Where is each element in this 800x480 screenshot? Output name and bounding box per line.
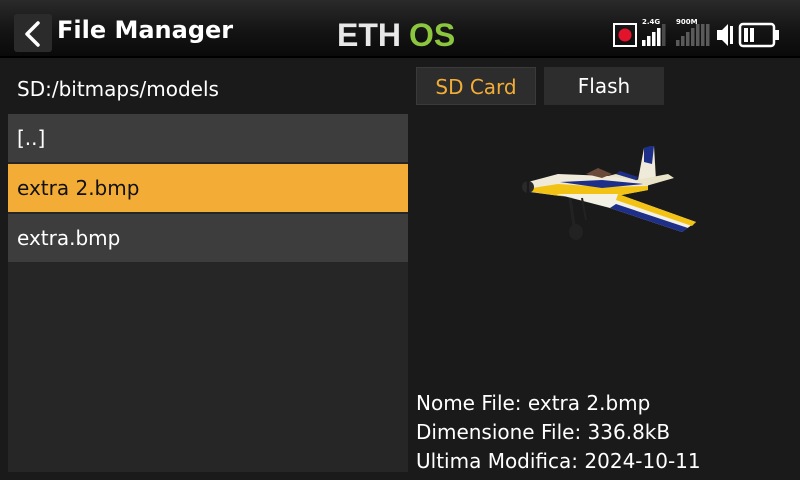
- tab-sd-card[interactable]: SD Card: [416, 67, 536, 105]
- signal-label-900m: 900M: [676, 18, 698, 26]
- file-name-value: extra 2.bmp: [527, 391, 651, 415]
- signal-label-2-4g: 2.4G: [642, 18, 660, 26]
- file-details: Nome File: extra 2.bmp Dimensione File: …: [416, 389, 701, 476]
- current-path: SD:/bitmaps/models: [8, 66, 408, 112]
- back-button[interactable]: [14, 14, 52, 52]
- logo-text-right: OS: [409, 18, 455, 50]
- page-title: File Manager: [57, 16, 234, 44]
- file-modified-value: 2024-10-11: [584, 449, 701, 473]
- signal-900m-icon: 900M: [676, 18, 710, 46]
- bitmap-preview-airplane-image: [522, 146, 696, 240]
- ethos-logo: ETH OS: [337, 18, 455, 50]
- signal-2-4g-icon: 2.4G: [642, 18, 666, 46]
- file-row-selected[interactable]: extra 2.bmp: [8, 164, 408, 212]
- tab-flash[interactable]: Flash: [544, 67, 664, 105]
- file-row[interactable]: extra.bmp: [8, 214, 408, 262]
- file-size-label: Dimensione File:: [416, 420, 582, 444]
- chevron-left-icon: [25, 21, 40, 47]
- battery-icon: [738, 22, 779, 48]
- file-name-line: Nome File: extra 2.bmp: [416, 389, 701, 418]
- speaker-icon: [717, 24, 733, 46]
- file-size-value: 336.8kB: [587, 420, 671, 444]
- file-size-line: Dimensione File: 336.8kB: [416, 418, 701, 447]
- file-modified-label: Ultima Modifica:: [416, 449, 579, 473]
- header-bar: File Manager ETH OS 2.4G 900M: [0, 0, 800, 58]
- file-name-label: Nome File:: [416, 391, 522, 415]
- logo-text-left: ETH: [337, 18, 401, 50]
- status-icons: 2.4G 900M: [613, 18, 779, 48]
- record-icon: [613, 23, 637, 47]
- file-list: [..] extra 2.bmp extra.bmp: [8, 114, 408, 472]
- file-modified-line: Ultima Modifica: 2024-10-11: [416, 447, 701, 476]
- file-row-parent[interactable]: [..]: [8, 114, 408, 162]
